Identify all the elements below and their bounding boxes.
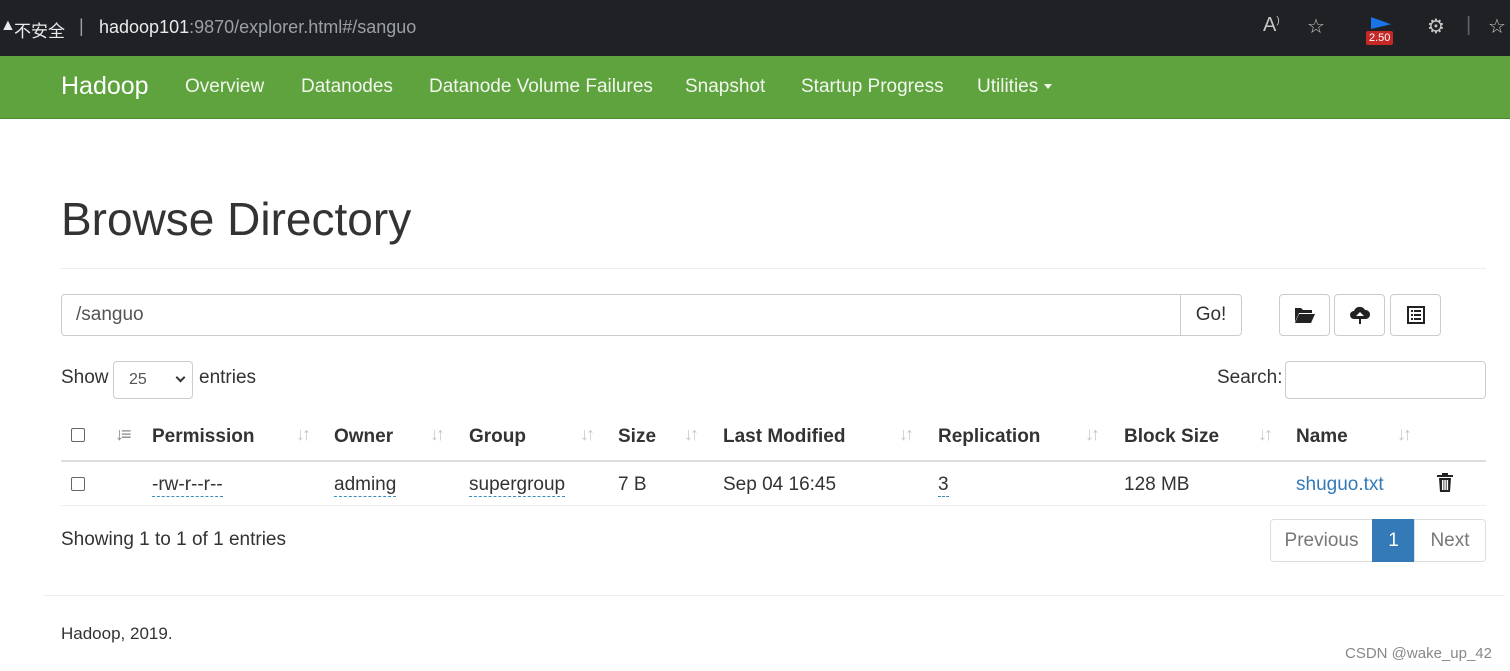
caret-down-icon: [1044, 84, 1053, 90]
cut-paste-button[interactable]: [1390, 294, 1441, 336]
cell-last-modified: Sep 04 16:45: [723, 474, 837, 495]
select-all-checkbox[interactable]: [71, 428, 85, 442]
sort-icon[interactable]: ↓↑: [899, 424, 914, 445]
table-header-divider: [61, 460, 1486, 462]
sort-icon[interactable]: ↓↑: [580, 424, 595, 445]
nav-utilities-label: Utilities: [977, 76, 1039, 97]
previous-page-button[interactable]: Previous: [1270, 519, 1373, 562]
create-directory-button[interactable]: [1279, 294, 1330, 336]
sort-icon[interactable]: ↓≡: [115, 424, 131, 445]
watermark: CSDN @wake_up_42: [1345, 645, 1492, 662]
list-icon: [1406, 306, 1425, 324]
cell-group[interactable]: supergroup: [469, 474, 566, 497]
entries-select-value: 25: [129, 371, 147, 388]
trash-icon[interactable]: [1437, 473, 1453, 492]
row-divider: [61, 505, 1486, 506]
next-page-button[interactable]: Next: [1414, 519, 1486, 562]
browser-address-bar: ▲ 不安全 | hadoop101:9870/explorer.html#/sa…: [0, 0, 1510, 56]
search-input[interactable]: [1285, 361, 1486, 399]
nav-datanode-volume-failures[interactable]: Datanode Volume Failures: [429, 76, 653, 98]
sort-icon[interactable]: ↓↑: [430, 424, 445, 445]
header-last-modified[interactable]: Last Modified: [723, 426, 845, 448]
cell-replication[interactable]: 3: [938, 474, 949, 497]
favorite-add-icon[interactable]: ☆: [1307, 14, 1325, 39]
extension-badge: 2.50: [1366, 31, 1394, 45]
extension-icon[interactable]: [1371, 17, 1391, 29]
header-owner[interactable]: Owner: [334, 426, 393, 448]
cell-permission[interactable]: -rw-r--r--: [152, 474, 223, 497]
cell-name-link[interactable]: shuguo.txt: [1296, 474, 1384, 496]
header-block-size[interactable]: Block Size: [1124, 426, 1219, 448]
nav-utilities-dropdown[interactable]: Utilities: [977, 76, 1053, 98]
read-aloud-icon[interactable]: A): [1263, 14, 1280, 37]
navbar-brand[interactable]: Hadoop: [61, 72, 149, 101]
sort-icon[interactable]: ↓↑: [684, 424, 699, 445]
puzzle-icon[interactable]: ⚙: [1427, 14, 1445, 39]
header-name[interactable]: Name: [1296, 426, 1348, 448]
sort-icon[interactable]: ↓↑: [1258, 424, 1273, 445]
sort-icon[interactable]: ↓↑: [1397, 424, 1412, 445]
row-checkbox[interactable]: [71, 477, 85, 491]
nav-snapshot[interactable]: Snapshot: [685, 76, 765, 98]
nav-overview[interactable]: Overview: [185, 76, 264, 98]
page-title: Browse Directory: [61, 193, 412, 245]
header-size[interactable]: Size: [618, 426, 656, 448]
upload-button[interactable]: [1334, 294, 1385, 336]
footer-divider: [43, 595, 1505, 596]
url-field[interactable]: hadoop101:9870/explorer.html#/sanguo: [99, 17, 416, 38]
divider: [61, 268, 1486, 269]
favorites-icon[interactable]: ☆: [1488, 14, 1506, 39]
sort-icon[interactable]: ↓↑: [296, 424, 311, 445]
top-navbar: Hadoop Overview Datanodes Datanode Volum…: [0, 56, 1510, 119]
header-permission[interactable]: Permission: [152, 426, 254, 448]
insecure-label[interactable]: 不安全: [14, 17, 65, 42]
nav-datanodes[interactable]: Datanodes: [301, 76, 393, 98]
entries-per-page-select[interactable]: 25: [113, 361, 193, 399]
entries-label: entries: [199, 367, 257, 388]
cell-size: 7 B: [618, 474, 647, 495]
cell-block-size: 128 MB: [1124, 474, 1190, 495]
url-path: :9870/explorer.html#/sanguo: [189, 17, 417, 37]
search-label: Search:: [1217, 367, 1283, 388]
show-label: Show: [61, 367, 109, 388]
page-1-button[interactable]: 1: [1372, 519, 1415, 562]
footer-text: Hadoop, 2019.: [61, 624, 173, 643]
go-button[interactable]: Go!: [1180, 294, 1242, 336]
chevron-down-icon: [175, 372, 186, 383]
showing-info: Showing 1 to 1 of 1 entries: [61, 529, 286, 550]
url-host: hadoop101: [99, 17, 190, 37]
divider: |: [1466, 14, 1472, 36]
header-replication[interactable]: Replication: [938, 426, 1040, 448]
header-group[interactable]: Group: [469, 426, 526, 448]
cell-owner[interactable]: adming: [334, 474, 397, 497]
folder-open-icon: [1294, 308, 1315, 323]
sort-icon[interactable]: ↓↑: [1085, 424, 1100, 445]
nav-startup-progress[interactable]: Startup Progress: [801, 76, 944, 98]
cloud-upload-icon: [1349, 306, 1370, 324]
separator: |: [79, 16, 84, 36]
directory-path-input[interactable]: [61, 294, 1182, 336]
